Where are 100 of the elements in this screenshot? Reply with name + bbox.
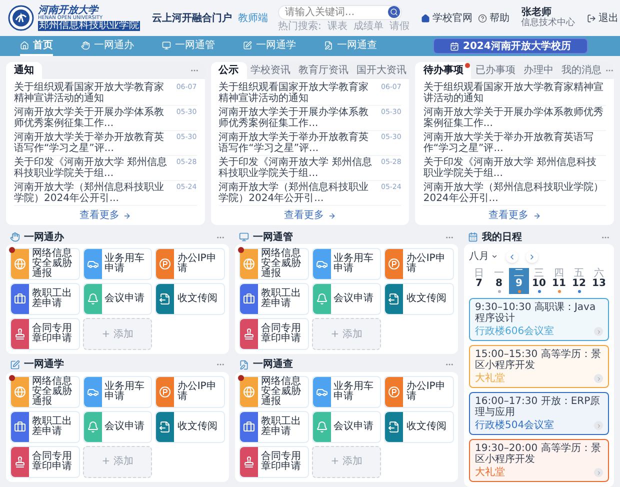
app-tile[interactable]: 业务用车申请 [312,376,382,408]
event-card[interactable]: 16:00–17:30 开放：ERP原理与应用 行政楼504会议室 [469,392,609,435]
notice-title[interactable]: 关于印发《河南开放大学 郑州信息科技职业学院关于组... [14,157,172,179]
event-card[interactable]: 9:30–10:30 高职课：Java程序设计 行政楼606会议室 [469,298,609,341]
app-tile[interactable]: 网络信息安全威胁通报 [239,248,309,280]
calendar-day[interactable]: 六 13 [589,268,609,294]
app-tile[interactable]: 会议申请 [82,283,152,315]
user-name: 张老师 [521,8,552,18]
notice-title[interactable]: 关于组织观看国家开放大学教育家精神宣讲活动的通知 [218,82,377,104]
card-tab[interactable]: 教育厅资讯 [294,62,353,79]
app-tile[interactable]: 教职工出差申请 [10,410,80,442]
app-tile[interactable]: 会议申请 [312,410,382,442]
event-card[interactable]: 19:30–20:00 高等学历：景区小程序开发 大礼堂 [469,439,609,482]
bell-icon [316,420,328,432]
previous-button[interactable] [506,250,518,262]
app-tile[interactable]: 业务用车申请 [312,248,382,280]
hot-search-label: 热门搜索: [278,20,322,32]
app-tile[interactable]: 业务用车申请 [82,376,152,408]
globe-icon [243,258,255,270]
app-tile[interactable]: 网络信息安全威胁通报 [10,376,80,408]
event-title: 15:00–15:30 高等学历：景区小程序开发 [475,349,602,371]
school-calendar-button[interactable]: 2024河南开放大学校历 [433,38,588,54]
app-tile[interactable]: 办公IP申请 [384,248,454,280]
app-tile[interactable]: 办公IP申请 [155,376,225,408]
app-tile[interactable]: 办公IP申请 [155,248,225,280]
view-more-link[interactable]: 查看更多 [79,208,132,223]
card-tab[interactable]: 办理中 [519,62,558,79]
notice-title[interactable]: 河南开放大学（郑州信息科技职业学院）2024年公开引... [218,182,377,204]
help-link[interactable]: 帮助 [478,10,510,26]
notice-title[interactable]: 河南开放大学（郑州信息科技职业学院）2024年公开引... [14,182,172,204]
app-tile[interactable]: 合同专用章印申请 [239,318,309,350]
logout-link[interactable]: 退出 [587,10,618,26]
card-tab[interactable]: 待办事项 [415,62,472,79]
bell-icon [316,293,328,305]
calendar-day[interactable]: 二 9 [509,268,529,294]
notice-title[interactable]: 河南开放大学关于开展办学体系教师优秀案例征集工作... [423,107,606,129]
app-tile[interactable]: 教职工出差申请 [239,283,309,315]
notice-title[interactable]: 河南开放大学关于开展办学体系教师优秀案例征集工作... [14,107,172,129]
search-field[interactable]: 请输入关键词... [278,4,402,20]
search-icon [390,8,398,16]
notice-title[interactable]: 河南开放大学关于举办开放教育英语写作“学习之星”评... [14,132,172,154]
notice-title[interactable]: 河南开放大学关于举办开放教育英语写作“学习之星”评... [423,132,606,154]
notice-title[interactable]: 关于组织观看国家开放大学教育家精神宣讲活动的通知 [423,82,606,104]
school-website-link[interactable]: 学校官网 [421,10,472,26]
section-title: 一网通查 [253,358,293,372]
app-tile[interactable]: 教职工出差申请 [239,410,309,442]
card-tab[interactable]: 通知 [6,62,42,79]
briefcase-icon [14,293,26,305]
card-tab[interactable]: 学校资讯 [246,62,295,79]
stamp-icon [243,456,255,468]
search-button[interactable] [388,6,400,18]
card-tab[interactable]: 已办事项 [471,62,520,79]
app-tile[interactable]: 教职工出差申请 [10,283,80,315]
event-card[interactable]: 15:00–15:30 高等学历：景区小程序开发 大礼堂 [469,345,609,388]
app-tile[interactable]: 合同专用章印申请 [10,446,80,478]
card-tab[interactable]: 我的消息 [557,62,606,79]
view-more-link[interactable]: 查看更多 [284,208,336,223]
app-tile[interactable]: 收文传阅 [155,410,225,442]
calendar-day[interactable]: 五 12 [569,268,589,294]
app-tile[interactable]: 办公IP申请 [384,376,454,408]
notice-title[interactable]: 河南开放大学关于开展办学体系教师优秀案例征集工作... [218,107,377,129]
app-tile[interactable]: 收文传阅 [155,283,225,315]
month-dropdown[interactable]: 八月 [469,249,498,264]
card-tab[interactable]: 公示 [210,62,247,79]
calendar-day[interactable]: 四 11 [549,268,569,294]
section-title: 一网通管 [253,230,293,244]
user-department: 信息技术中心 [521,18,576,28]
app-tile[interactable]: 收文传阅 [384,283,454,315]
app-tile[interactable]: 网络信息安全威胁通报 [10,248,80,280]
notice-title[interactable]: 河南开放大学（郑州信息科技职业学院）2024年公开引... [423,182,606,204]
card-tab[interactable]: 国开大资讯 [352,62,410,79]
app-tile[interactable]: 业务用车申请 [82,248,152,280]
circle-p-icon [388,258,400,270]
view-more-link[interactable]: 查看更多 [488,208,541,223]
calendar-day[interactable]: 三 10 [529,268,549,294]
app-tile[interactable]: 会议申请 [82,410,152,442]
event-location: 大礼堂 [475,467,506,478]
caret-icon [491,253,498,260]
app-tile[interactable]: 收文传阅 [384,410,454,442]
event-location: 大礼堂 [475,373,506,384]
college-name: 郑州信息科技职业学院 [38,20,140,30]
app-tile[interactable]: 网络信息安全威胁通报 [239,376,309,408]
app-tile[interactable]: 合同专用章印申请 [239,446,309,478]
notice-title[interactable]: 关于印发《河南开放大学 郑州信息科技职业学院关于组... [218,157,377,179]
app-tile[interactable]: 会议申请 [312,283,382,315]
notice-title[interactable]: 关于组织观看国家开放大学教育家精神宣讲活动的通知 [14,82,172,104]
document-arrow-icon [159,293,172,305]
app-tile[interactable]: 合同专用章印申请 [10,318,80,350]
portal-role: 教师端 [238,12,268,26]
portal-title: 云上河开融合门户 [152,11,232,26]
notice-title[interactable]: 河南开放大学关于举办开放教育英语写作“学习之星”评... [218,132,377,154]
home-icon [20,40,29,50]
calendar-day[interactable]: 日 7 [469,268,489,294]
globe-icon [243,386,255,398]
chevron-right-icon [594,468,603,477]
next-button[interactable] [526,250,538,262]
calendar-day[interactable]: 一 8 [489,268,509,294]
monitor-icon [239,232,249,242]
notice-title[interactable]: 关于印发《河南开放大学 郑州信息科技职业学院关于组... [423,157,606,179]
car-icon [86,258,99,270]
